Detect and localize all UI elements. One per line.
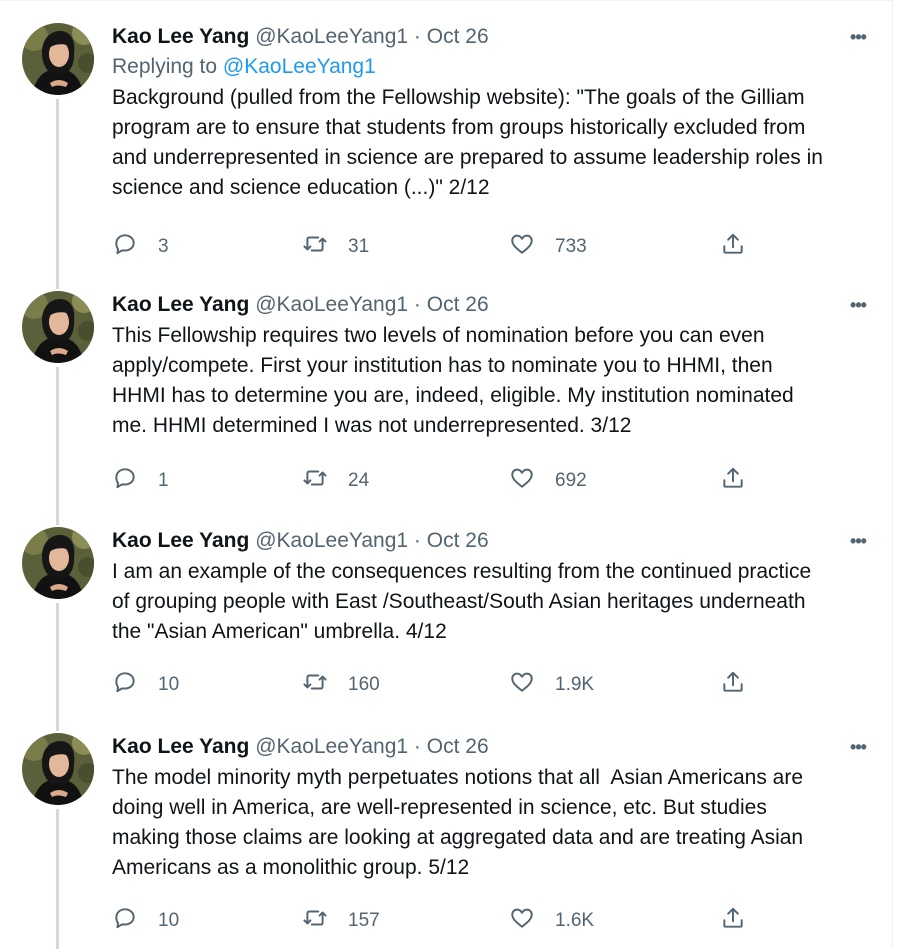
separator: · bbox=[413, 735, 421, 758]
tweet-date[interactable]: Oct 26 bbox=[427, 735, 489, 758]
share-icon bbox=[720, 231, 746, 263]
tweet[interactable]: Kao Lee Yang @KaoLeeYang1 · Oct 26 ••• T… bbox=[0, 733, 893, 949]
tweet-actions: 10 157 1.6K bbox=[112, 905, 872, 935]
share-button[interactable] bbox=[720, 669, 746, 701]
retweet-button[interactable]: 157 bbox=[302, 905, 380, 937]
reply-button[interactable]: 1 bbox=[112, 465, 169, 497]
tweet-date[interactable]: Oct 26 bbox=[427, 293, 489, 316]
display-name[interactable]: Kao Lee Yang bbox=[112, 293, 249, 316]
like-count: 692 bbox=[555, 470, 587, 491]
more-icon[interactable]: ••• bbox=[844, 293, 872, 317]
retweet-count: 160 bbox=[348, 674, 380, 695]
replying-to-link[interactable]: @KaoLeeYang1 bbox=[223, 55, 376, 78]
heart-icon bbox=[509, 669, 535, 701]
tweet[interactable]: Kao Lee Yang @KaoLeeYang1 · Oct 26 ••• R… bbox=[0, 23, 893, 273]
user-handle[interactable]: @KaoLeeYang1 bbox=[255, 293, 408, 316]
separator: · bbox=[413, 293, 421, 316]
like-count: 1.6K bbox=[555, 910, 595, 931]
tweet-actions: 3 31 733 bbox=[112, 231, 872, 261]
retweet-button[interactable]: 31 bbox=[302, 231, 369, 263]
tweet-header: Kao Lee Yang @KaoLeeYang1 · Oct 26 bbox=[112, 527, 872, 555]
replying-to: Replying to @KaoLeeYang1 bbox=[112, 53, 872, 81]
reply-icon bbox=[112, 465, 138, 497]
tweet-content: Kao Lee Yang @KaoLeeYang1 · Oct 26 ••• T… bbox=[112, 733, 872, 935]
retweet-count: 157 bbox=[348, 910, 380, 931]
user-handle[interactable]: @KaoLeeYang1 bbox=[255, 25, 408, 48]
share-button[interactable] bbox=[720, 905, 746, 937]
tweet-text: The model minority myth perpetuates noti… bbox=[112, 766, 804, 879]
tweet-actions: 10 160 1.9K bbox=[112, 669, 872, 699]
tweet-header: Kao Lee Yang @KaoLeeYang1 · Oct 26 bbox=[112, 733, 872, 761]
reply-button[interactable]: 10 bbox=[112, 905, 179, 937]
like-button[interactable]: 733 bbox=[509, 231, 587, 263]
like-button[interactable]: 692 bbox=[509, 465, 587, 497]
avatar[interactable] bbox=[22, 527, 94, 599]
more-icon[interactable]: ••• bbox=[844, 25, 872, 49]
tweet-actions: 1 24 692 bbox=[112, 465, 872, 495]
retweet-icon bbox=[302, 231, 328, 263]
user-handle[interactable]: @KaoLeeYang1 bbox=[255, 735, 408, 758]
tweet-content: Kao Lee Yang @KaoLeeYang1 · Oct 26 ••• T… bbox=[112, 291, 872, 495]
reply-count: 10 bbox=[158, 674, 180, 695]
replying-prefix: Replying to bbox=[112, 55, 218, 78]
display-name[interactable]: Kao Lee Yang bbox=[112, 735, 249, 758]
reply-button[interactable]: 3 bbox=[112, 231, 169, 263]
retweet-count: 24 bbox=[348, 470, 370, 491]
share-button[interactable] bbox=[720, 465, 746, 497]
reply-icon bbox=[112, 669, 138, 701]
retweet-button[interactable]: 160 bbox=[302, 669, 380, 701]
share-icon bbox=[720, 669, 746, 701]
like-count: 733 bbox=[555, 236, 587, 257]
heart-icon bbox=[509, 905, 535, 937]
like-button[interactable]: 1.6K bbox=[509, 905, 594, 937]
heart-icon bbox=[509, 465, 535, 497]
reply-icon bbox=[112, 905, 138, 937]
tweet-text: Background (pulled from the Fellowship w… bbox=[112, 86, 823, 199]
avatar[interactable] bbox=[22, 733, 94, 805]
timeline: Kao Lee Yang @KaoLeeYang1 · Oct 26 ••• R… bbox=[0, 0, 893, 949]
reply-button[interactable]: 10 bbox=[112, 669, 179, 701]
like-button[interactable]: 1.9K bbox=[509, 669, 594, 701]
avatar[interactable] bbox=[22, 23, 94, 95]
tweet[interactable]: Kao Lee Yang @KaoLeeYang1 · Oct 26 ••• I… bbox=[0, 527, 893, 717]
display-name[interactable]: Kao Lee Yang bbox=[112, 25, 249, 48]
more-icon[interactable]: ••• bbox=[844, 735, 872, 759]
tweet-header: Kao Lee Yang @KaoLeeYang1 · Oct 26 bbox=[112, 23, 872, 51]
reply-count: 3 bbox=[158, 236, 169, 257]
tweet-text: This Fellowship requires two levels of n… bbox=[112, 324, 794, 437]
heart-icon bbox=[509, 231, 535, 263]
retweet-button[interactable]: 24 bbox=[302, 465, 369, 497]
tweet-text: I am an example of the consequences resu… bbox=[112, 560, 812, 643]
reply-count: 1 bbox=[158, 470, 169, 491]
user-handle[interactable]: @KaoLeeYang1 bbox=[255, 529, 408, 552]
reply-icon bbox=[112, 231, 138, 263]
reply-count: 10 bbox=[158, 910, 180, 931]
separator: · bbox=[413, 529, 421, 552]
share-button[interactable] bbox=[720, 231, 746, 263]
like-count: 1.9K bbox=[555, 674, 595, 695]
retweet-count: 31 bbox=[348, 236, 370, 257]
separator: · bbox=[413, 25, 421, 48]
share-icon bbox=[720, 905, 746, 937]
share-icon bbox=[720, 465, 746, 497]
tweet-header: Kao Lee Yang @KaoLeeYang1 · Oct 26 bbox=[112, 291, 872, 319]
avatar[interactable] bbox=[22, 291, 94, 363]
tweet-date[interactable]: Oct 26 bbox=[427, 25, 489, 48]
tweet-date[interactable]: Oct 26 bbox=[427, 529, 489, 552]
tweet-content: Kao Lee Yang @KaoLeeYang1 · Oct 26 ••• R… bbox=[112, 23, 872, 261]
more-icon[interactable]: ••• bbox=[844, 529, 872, 553]
tweet-content: Kao Lee Yang @KaoLeeYang1 · Oct 26 ••• I… bbox=[112, 527, 872, 699]
retweet-icon bbox=[302, 905, 328, 937]
retweet-icon bbox=[302, 465, 328, 497]
retweet-icon bbox=[302, 669, 328, 701]
tweet[interactable]: Kao Lee Yang @KaoLeeYang1 · Oct 26 ••• T… bbox=[0, 291, 893, 511]
display-name[interactable]: Kao Lee Yang bbox=[112, 529, 249, 552]
